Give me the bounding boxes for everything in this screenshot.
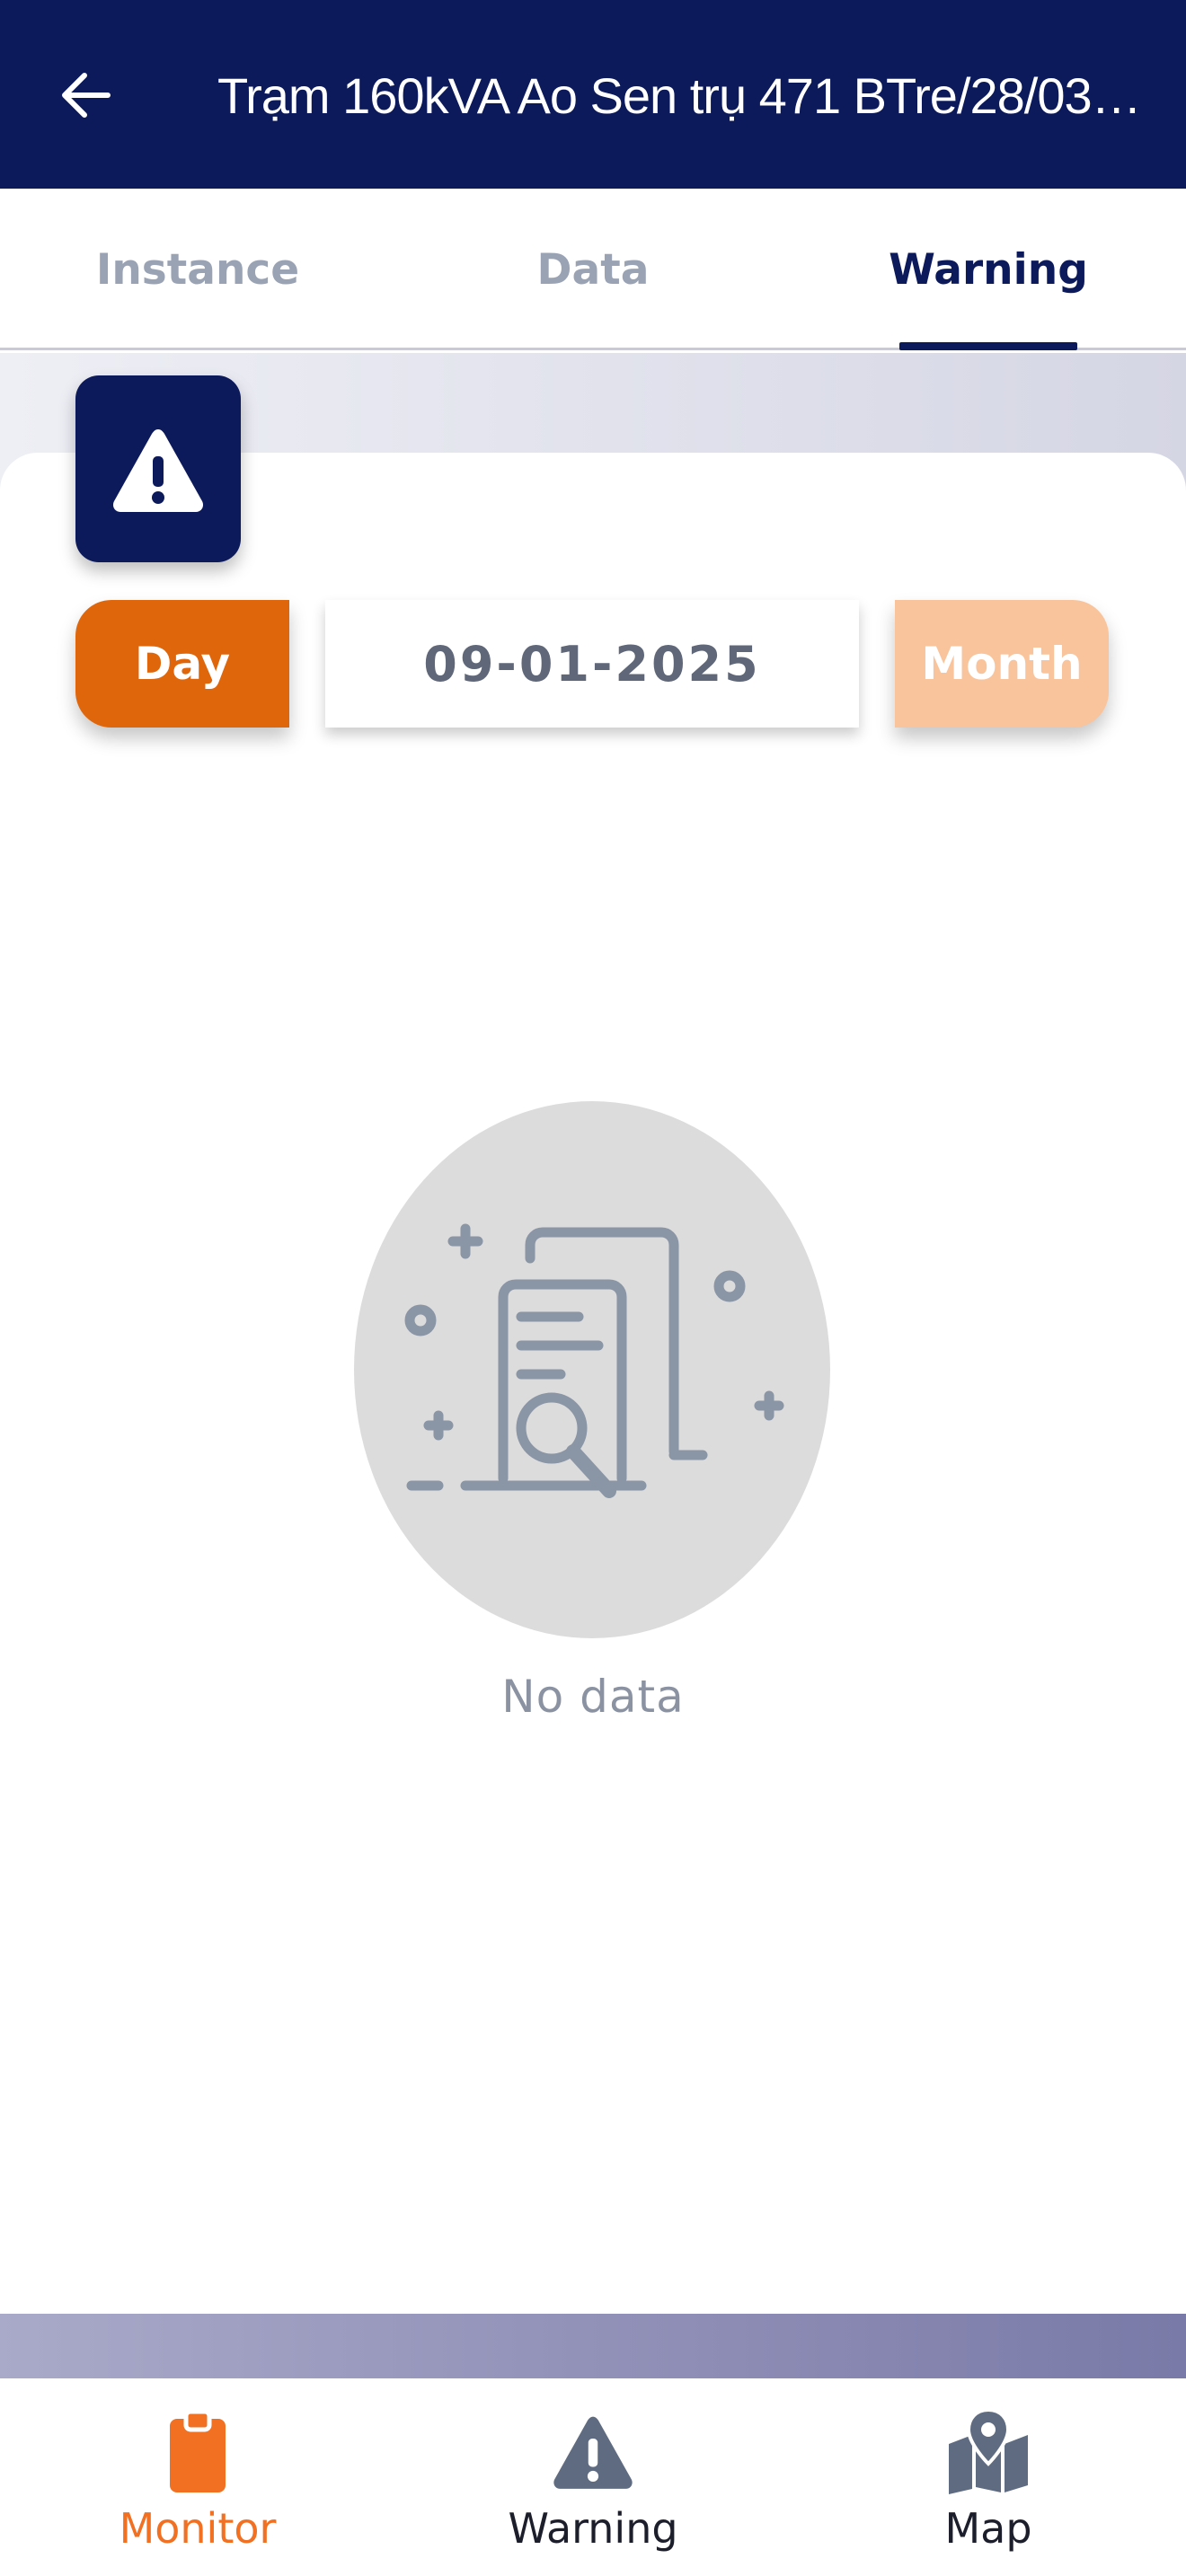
nav-item-map[interactable]: Map	[791, 2378, 1186, 2576]
nav-item-warning[interactable]: Warning	[395, 2378, 791, 2576]
clipboard-icon	[148, 2402, 247, 2501]
warning-icon	[544, 2402, 642, 2501]
date-picker-field[interactable]: 09-01-2025	[325, 600, 859, 728]
warning-badge	[75, 375, 241, 562]
bottom-navigation: Monitor Warning Map	[0, 2378, 1186, 2576]
warning-icon	[112, 429, 204, 512]
back-button[interactable]	[50, 59, 122, 131]
nav-label-warning: Warning	[508, 2504, 678, 2553]
month-button[interactable]: Month	[895, 600, 1109, 728]
nav-label-map: Map	[944, 2504, 1032, 2553]
bottom-gradient-strip	[0, 2314, 1186, 2378]
tab-warning[interactable]: Warning	[791, 189, 1186, 350]
app-header: Trạm 160kVA Ao Sen trụ 471 BTre/28/03 tu…	[0, 0, 1186, 189]
day-button[interactable]: Day	[75, 600, 289, 728]
tab-data[interactable]: Data	[395, 189, 791, 350]
arrow-left-icon	[62, 73, 111, 118]
empty-state-illustration	[354, 1101, 830, 1638]
tab-instance[interactable]: Instance	[0, 189, 395, 350]
nav-item-monitor[interactable]: Monitor	[0, 2378, 395, 2576]
active-tab-indicator	[899, 342, 1077, 350]
tab-bar: Instance Data Warning	[0, 189, 1186, 350]
nav-label-monitor: Monitor	[119, 2504, 277, 2553]
map-icon	[939, 2402, 1038, 2501]
document-search-icon	[354, 1101, 830, 1638]
page-title: Trạm 160kVA Ao Sen trụ 471 BTre/28/03 tu…	[217, 67, 1143, 124]
empty-state-message: No data	[501, 1671, 685, 1723]
